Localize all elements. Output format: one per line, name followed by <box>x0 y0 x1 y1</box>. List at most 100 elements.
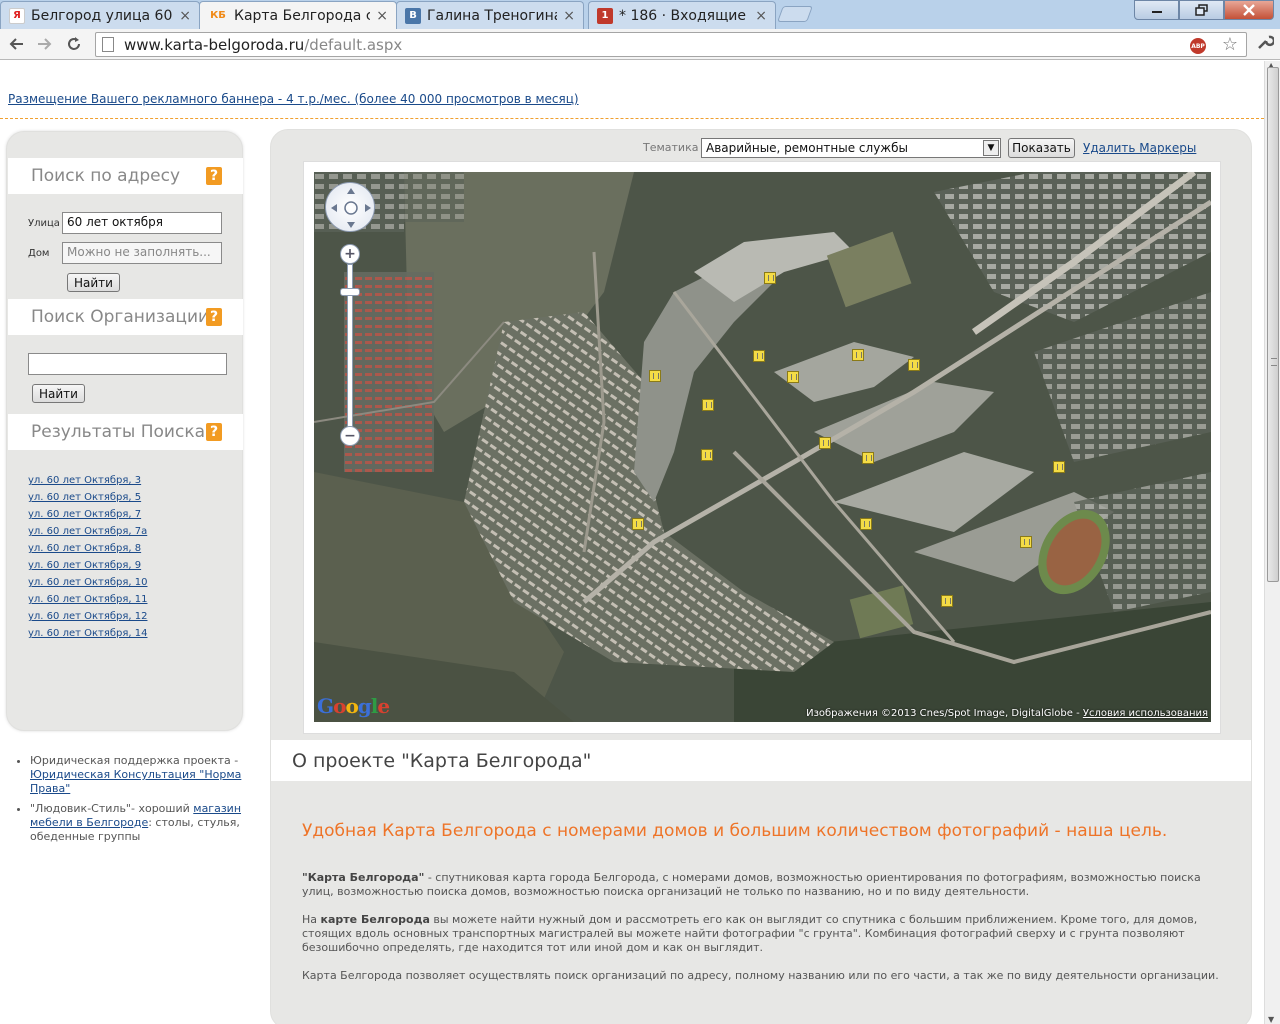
org-search-button[interactable]: Найти <box>32 384 85 403</box>
partner-link[interactable]: Юридическая Консультация "Норма Права" <box>30 768 241 795</box>
zoom-out-button[interactable]: − <box>340 426 360 446</box>
minimize-icon <box>1151 11 1162 13</box>
map-marker[interactable] <box>753 350 765 362</box>
zoom-slider-thumb[interactable] <box>340 288 360 296</box>
forward-button[interactable] <box>34 33 56 55</box>
bold-text: карте Белгорода <box>320 913 430 926</box>
restore-icon <box>1194 4 1208 16</box>
forward-arrow-icon <box>38 38 52 50</box>
close-icon[interactable]: × <box>755 8 767 24</box>
close-icon <box>1243 4 1255 16</box>
ad-banner-link[interactable]: Размещение Вашего рекламного баннера - 4… <box>8 92 579 106</box>
result-link[interactable]: ул. 60 лет Октября, 3 <box>28 472 147 489</box>
map-marker[interactable] <box>701 449 713 461</box>
results-list: ул. 60 лет Октября, 3 ул. 60 лет Октября… <box>28 472 147 642</box>
result-link[interactable]: ул. 60 лет Октября, 12 <box>28 608 147 625</box>
result-link[interactable]: ул. 60 лет Октября, 7а <box>28 523 147 540</box>
map-marker[interactable] <box>649 370 661 382</box>
vertical-scrollbar[interactable]: ▲ ▼ <box>1264 61 1280 1024</box>
back-button[interactable] <box>5 33 27 55</box>
about-paragraph: "Карта Белгорода" - спутниковая карта го… <box>302 871 1227 899</box>
page-viewport: Размещение Вашего рекламного баннера - 4… <box>0 61 1264 1024</box>
map-marker[interactable] <box>819 437 831 449</box>
show-button[interactable]: Показать <box>1008 138 1075 158</box>
map-marker[interactable] <box>764 272 776 284</box>
house-input[interactable]: Можно не заполнять... <box>62 242 222 264</box>
partner-text: Юридическая поддержка проекта - <box>30 754 239 767</box>
map-marker[interactable] <box>908 359 920 371</box>
browser-toolbar: www.karta-belgoroda.ru/default.aspx ABP … <box>0 29 1280 60</box>
map-marker[interactable] <box>852 349 864 361</box>
close-icon[interactable]: × <box>563 8 575 24</box>
about-paragraph: Карта Белгорода позволяет осуществлять п… <box>302 969 1219 982</box>
tab-karta-belgoroda[interactable]: КБ Карта Белгорода с у × <box>199 1 397 29</box>
scrollbar-thumb[interactable] <box>1267 67 1279 582</box>
paragraph-text: - спутниковая карта города Белгорода, с … <box>302 871 1201 898</box>
result-link[interactable]: ул. 60 лет Октября, 11 <box>28 591 147 608</box>
close-icon[interactable]: × <box>376 8 388 24</box>
street-label: Улица <box>28 218 60 229</box>
paragraph-text: вы можете найти нужный дом и рассмотреть… <box>302 913 1198 954</box>
address-search-button[interactable]: Найти <box>67 273 120 292</box>
help-icon[interactable]: ? <box>206 167 222 185</box>
result-link[interactable]: ул. 60 лет Октября, 7 <box>28 506 147 523</box>
adblock-icon[interactable]: ABP <box>1190 38 1206 54</box>
pan-control[interactable] <box>325 182 375 232</box>
delete-markers-link[interactable]: Удалить Маркеры <box>1083 141 1196 155</box>
map-marker[interactable] <box>941 595 953 607</box>
result-link[interactable]: ул. 60 лет Октября, 8 <box>28 540 147 557</box>
help-icon[interactable]: ? <box>206 308 222 326</box>
zoom-in-button[interactable]: + <box>340 244 360 264</box>
street-input[interactable]: 60 лет октября <box>62 212 222 234</box>
new-tab-button[interactable] <box>777 6 813 22</box>
tab-title: * 186 · Входящие — <box>619 7 749 24</box>
terms-link[interactable]: Условия использования <box>1083 708 1208 719</box>
map-marker[interactable] <box>1053 461 1065 473</box>
partner-item: Юридическая поддержка проекта - Юридичес… <box>30 754 246 796</box>
close-window-button[interactable] <box>1224 0 1274 20</box>
wrench-icon <box>1258 35 1276 49</box>
map-marker[interactable] <box>1020 536 1032 548</box>
help-icon[interactable]: ? <box>206 423 222 441</box>
wrench-menu-icon[interactable] <box>1256 33 1276 56</box>
result-link[interactable]: ул. 60 лет Октября, 5 <box>28 489 147 506</box>
close-icon[interactable]: × <box>179 8 191 24</box>
result-link[interactable]: ул. 60 лет Октября, 9 <box>28 557 147 574</box>
browser-titlebar: Я Белгород улица 60 × КБ Карта Белгорода… <box>0 0 1280 29</box>
tab-vk[interactable]: B Галина Треногина × <box>396 1 584 29</box>
satellite-imagery <box>314 172 1211 722</box>
attribution-text: Изображения ©2013 Cnes/Spot Image, Digit… <box>806 708 1083 719</box>
results-heading: Результаты Поиска ? <box>8 414 243 450</box>
map-marker[interactable] <box>787 371 799 383</box>
theme-select[interactable]: Аварийные, ремонтные службы ▼ <box>701 138 1001 158</box>
kb-icon: КБ <box>210 10 226 21</box>
tab-mail[interactable]: 1 * 186 · Входящие — × <box>588 1 776 29</box>
maximize-button[interactable] <box>1179 0 1224 20</box>
map-marker[interactable] <box>862 452 874 464</box>
house-label: Дом <box>28 248 50 259</box>
heading-text: Результаты Поиска <box>31 422 206 442</box>
tab-title: Карта Белгорода с у <box>234 7 370 24</box>
dropdown-arrow-icon[interactable]: ▼ <box>983 140 999 156</box>
bookmark-star-icon[interactable]: ☆ <box>1222 34 1238 55</box>
minimize-button[interactable] <box>1134 0 1179 20</box>
scroll-down-icon[interactable]: ▼ <box>1268 1015 1274 1024</box>
partner-links: Юридическая поддержка проекта - Юридичес… <box>16 754 246 850</box>
result-link[interactable]: ул. 60 лет Октября, 14 <box>28 625 147 642</box>
result-link[interactable]: ул. 60 лет Октября, 10 <box>28 574 147 591</box>
address-search-heading: Поиск по адресу ? <box>8 158 243 194</box>
map-marker[interactable] <box>702 399 714 411</box>
map-marker[interactable] <box>860 518 872 530</box>
reload-button[interactable] <box>63 33 85 55</box>
org-search-input[interactable] <box>28 353 227 375</box>
org-search-heading: Поиск Организации ? <box>8 299 243 335</box>
satellite-map[interactable]: + − Google Изображения ©2013 Cnes/Spot I… <box>314 172 1211 722</box>
tab-yandex[interactable]: Я Белгород улица 60 × <box>0 1 200 29</box>
google-logo: Google <box>317 694 390 718</box>
map-attribution: Изображения ©2013 Cnes/Spot Image, Digit… <box>806 708 1208 719</box>
paragraph-text: На <box>302 913 321 926</box>
partner-text: "Людовик-Стиль"- хороший <box>30 802 194 815</box>
address-bar[interactable]: www.karta-belgoroda.ru/default.aspx ABP … <box>95 32 1247 57</box>
heading-text: Поиск по адресу <box>31 166 180 186</box>
map-marker[interactable] <box>632 518 644 530</box>
